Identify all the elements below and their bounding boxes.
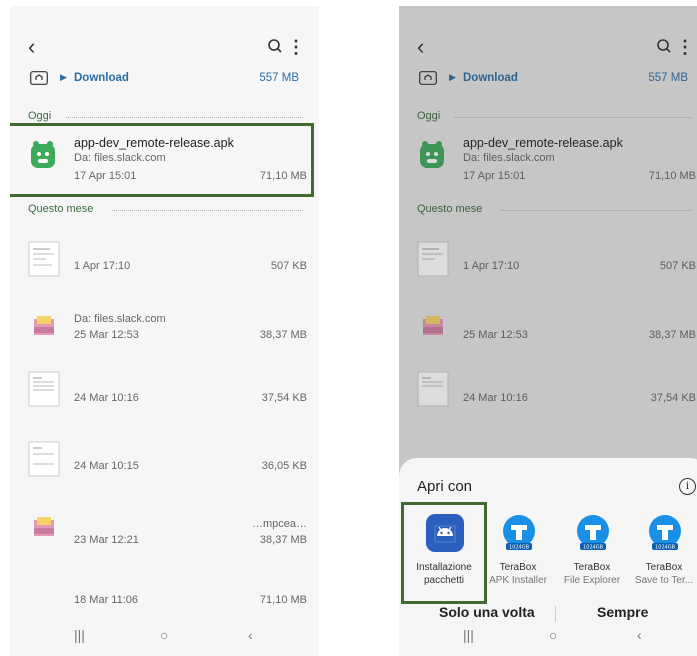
file-date: 24 Mar 10:15	[74, 460, 139, 472]
breadcrumb-download[interactable]: Download	[74, 72, 129, 84]
section-divider	[112, 210, 303, 211]
recent-apps-icon[interactable]: |||	[74, 627, 85, 643]
terabox-icon: 1024GB	[503, 515, 535, 551]
svg-text:1024GB: 1024GB	[655, 545, 676, 551]
more-options-icon[interactable]: ⋮	[287, 38, 305, 56]
terabox-icon: 1024GB	[577, 515, 609, 551]
navigation-bar: ||| ○ ‹	[10, 616, 319, 656]
back-icon[interactable]: ‹	[28, 34, 35, 60]
archive-icon	[34, 316, 54, 335]
home-button-icon[interactable]: ○	[549, 627, 557, 643]
recent-apps-icon[interactable]: |||	[463, 627, 474, 643]
top-bar: ‹ ⋮	[10, 30, 319, 66]
file-manager-screen-right: ‹ ⋮ ▶ Download 557 MB Oggi app-dev_remot…	[399, 6, 697, 656]
navigation-bar: ||| ○ ‹	[399, 616, 697, 656]
section-label: Oggi	[28, 110, 52, 122]
app-subtitle: APK Installer	[489, 575, 547, 586]
android-package-installer-icon	[426, 514, 464, 552]
file-size: 36,05 KB	[261, 460, 307, 472]
file-size: 38,37 MB	[259, 329, 307, 341]
file-date: 23 Mar 12:21	[74, 534, 139, 546]
file-size: 71,10 MB	[259, 594, 307, 606]
app-name: Installazione	[416, 562, 472, 573]
app-subtitle: Save to Ter...	[634, 575, 694, 586]
section-divider	[66, 117, 303, 118]
app-subtitle: pacchetti	[423, 575, 465, 586]
document-thumbnail	[28, 441, 60, 477]
file-size: 38,37 MB	[259, 534, 307, 546]
search-icon[interactable]	[267, 36, 283, 58]
file-date: 24 Mar 10:16	[74, 392, 139, 404]
terabox-icon: 1024GB	[649, 515, 681, 551]
nav-back-icon[interactable]: ‹	[637, 627, 642, 643]
breadcrumb-arrow-icon: ▶	[60, 72, 67, 82]
app-name: TeraBox	[645, 562, 683, 573]
list-item[interactable]: 24 Mar 10:15 36,05 KB	[22, 432, 311, 498]
file-source: Da: files.slack.com	[74, 313, 166, 325]
section-label: Questo mese	[28, 203, 94, 215]
file-size: 507 KB	[270, 260, 307, 272]
archive-icon	[34, 517, 54, 536]
storage-size: 557 MB	[259, 72, 299, 84]
list-item[interactable]: 1 Apr 17:10 507 KB	[22, 232, 311, 298]
app-subtitle: File Explorer	[563, 575, 621, 586]
list-item[interactable]: Da: files.slack.com 25 Mar 12:53 38,37 M…	[22, 303, 311, 369]
app-name: TeraBox	[499, 562, 537, 573]
document-thumbnail	[28, 241, 60, 277]
info-icon[interactable]: i	[679, 478, 696, 495]
app-option-terabox-save[interactable]: 1024GB TeraBox Save to Ter...	[627, 504, 697, 600]
list-item[interactable]: 24 Mar 10:16 37,54 KB	[22, 362, 311, 428]
home-folder-icon[interactable]	[30, 71, 48, 85]
file-date: 18 Mar 11:06	[74, 594, 139, 606]
file-date: 25 Mar 12:53	[74, 329, 139, 341]
document-thumbnail	[28, 371, 60, 407]
svg-text:1024GB: 1024GB	[583, 545, 604, 551]
selection-highlight	[10, 123, 314, 197]
svg-text:1024GB: 1024GB	[509, 545, 530, 551]
open-with-sheet: Apri con i Installazione pacchetti 1024G…	[399, 458, 697, 656]
home-button-icon[interactable]: ○	[160, 627, 168, 643]
sheet-title: Apri con	[417, 478, 473, 495]
app-option-terabox-apk-installer[interactable]: 1024GB TeraBox APK Installer	[481, 504, 555, 600]
app-option-terabox-file-explorer[interactable]: 1024GB TeraBox File Explorer	[555, 504, 629, 600]
list-item[interactable]: …mpcea… 23 Mar 12:21 38,37 MB	[22, 504, 311, 570]
section-header-this-month: Questo mese	[28, 203, 303, 219]
nav-back-icon[interactable]: ‹	[248, 627, 253, 643]
app-name: TeraBox	[573, 562, 611, 573]
file-manager-screen-left: ‹ ⋮ ▶ Download 557 MB Oggi app-dev_remot…	[10, 6, 319, 656]
file-name: …mpcea…	[251, 518, 307, 530]
app-option-package-installer[interactable]: Installazione pacchetti	[407, 504, 481, 600]
breadcrumb: ▶ Download 557 MB	[30, 70, 303, 92]
file-size: 37,54 KB	[261, 392, 307, 404]
file-date: 1 Apr 17:10	[74, 260, 131, 272]
